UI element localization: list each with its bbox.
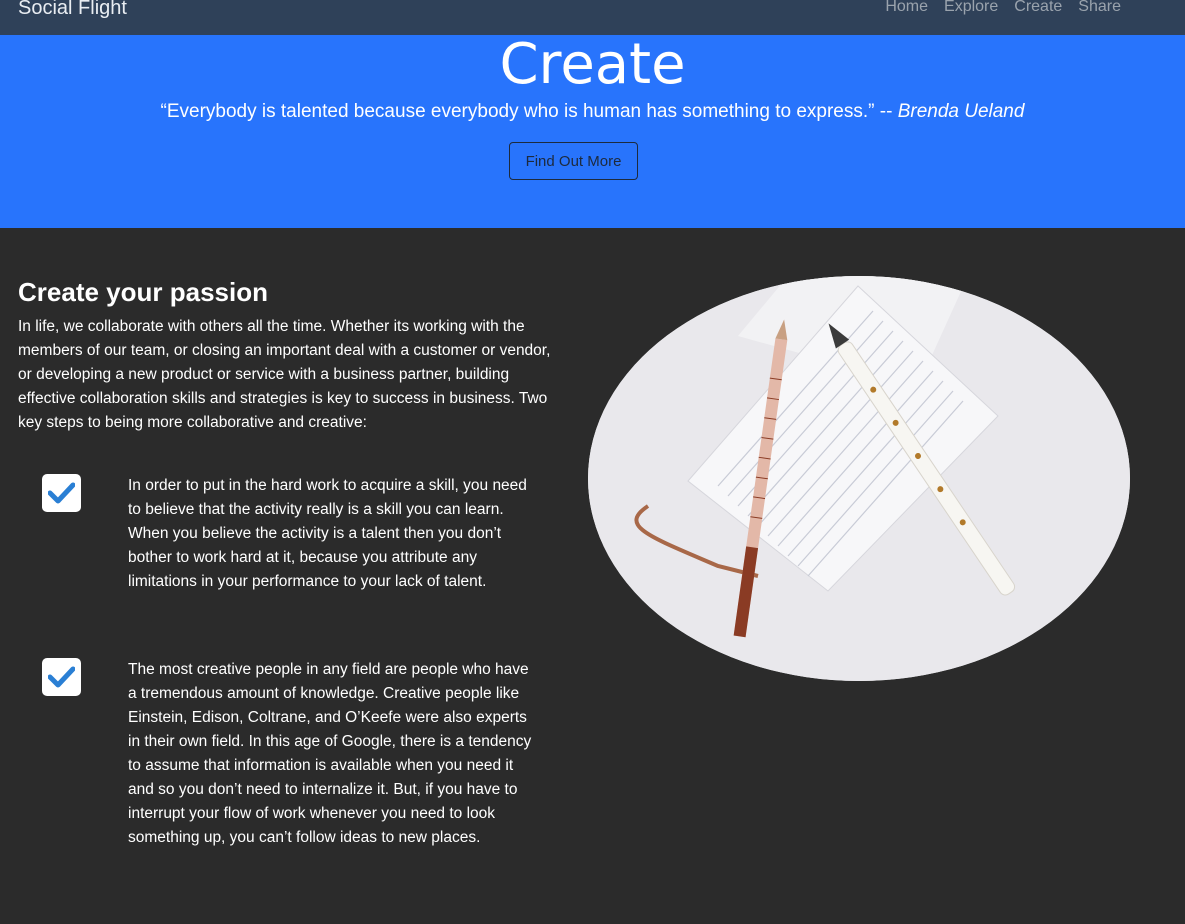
nav-link-share[interactable]: Share <box>1078 0 1121 17</box>
nav-link-create[interactable]: Create <box>1014 0 1062 17</box>
nav-link-explore[interactable]: Explore <box>944 0 998 17</box>
hero-banner: Create “Everybody is talented because ev… <box>0 32 1185 228</box>
quote-text: “Everybody is talented because everybody… <box>160 101 893 122</box>
checkbox-checked-icon <box>42 474 81 512</box>
brand-link[interactable]: Social Flight <box>18 0 127 20</box>
navbar: Social Flight Home Explore Create Share <box>0 0 1185 35</box>
hero-title: Create <box>499 32 686 97</box>
find-out-more-button[interactable]: Find Out More <box>509 142 638 180</box>
nav-links: Home Explore Create Share <box>885 0 1121 17</box>
feature-text: The most creative people in any field ar… <box>128 661 532 846</box>
quote-author: Brenda Ueland <box>897 101 1025 122</box>
hero-quote: “Everybody is talented because everybody… <box>0 99 1185 125</box>
notebook-and-pens-image <box>588 276 1130 681</box>
checkbox-checked-icon <box>42 658 81 696</box>
intro-paragraph: In life, we collaborate with others all … <box>18 318 551 431</box>
section-heading: Create your passion <box>18 277 268 307</box>
nav-link-home[interactable]: Home <box>885 0 928 17</box>
feature-text: In order to put in the hard work to acqu… <box>128 477 527 590</box>
